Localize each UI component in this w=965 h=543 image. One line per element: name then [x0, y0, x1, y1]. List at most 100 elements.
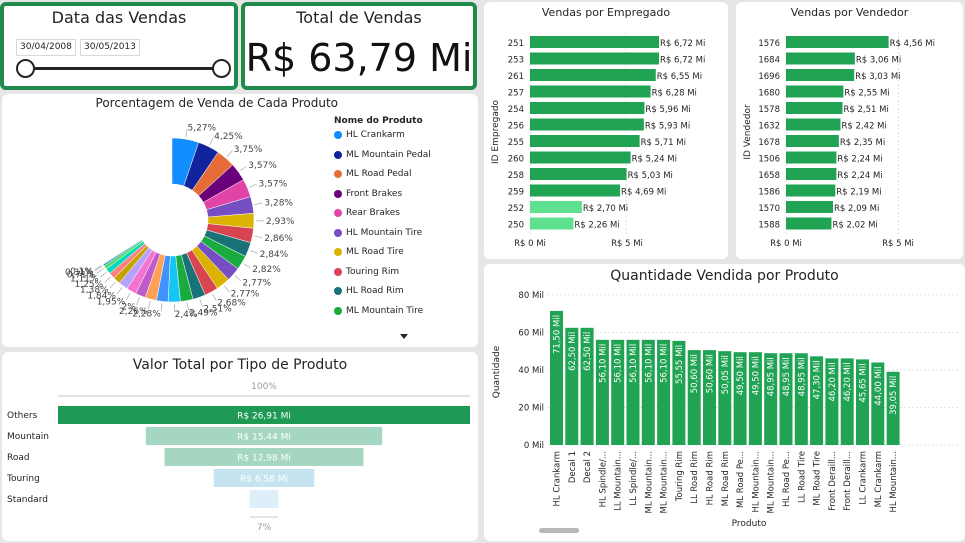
bar-value-label: R$ 4,56 Mi [890, 39, 935, 49]
date-slicer-title: Data das Vendas [51, 8, 187, 27]
column-value-label: 44,00 Mil [874, 367, 884, 406]
bar-category-label: 260 [508, 155, 524, 165]
x-tick-label: Front Deraill... [843, 451, 853, 511]
bar-category-label: 1570 [758, 204, 780, 214]
bar [530, 69, 656, 81]
column-value-label: 56,10 Mil [644, 344, 654, 383]
donut-slice-label: 3,75% [234, 145, 263, 155]
bar [530, 102, 645, 114]
legend-color-dot [334, 287, 342, 295]
quantity-by-product-panel: Quantidade Vendida por Produto 0 Mil 20 M… [484, 264, 965, 541]
bar [786, 118, 841, 131]
bar-value-label: R$ 2,26 Mi [574, 221, 619, 231]
end-date-field[interactable]: 30/05/2013 [80, 39, 140, 56]
bar-value-label: R$ 3,06 Mi [856, 56, 901, 66]
bar [786, 217, 832, 230]
bar [530, 36, 660, 48]
funnel-bar [249, 490, 279, 508]
bar [786, 85, 844, 98]
funnel-category-label: Road [7, 453, 30, 463]
bar-category-label: 1658 [758, 171, 780, 181]
x-tick-label: LL Crankarm [859, 451, 869, 505]
legend-title: Nome do Produto [334, 116, 423, 126]
legend-item[interactable]: ML Mountain Pedal [334, 150, 431, 160]
column-value-label: 50,60 Mil [706, 354, 716, 393]
donut-leader-line [160, 303, 163, 312]
bar-category-label: 1586 [758, 188, 780, 198]
donut-leader-line [212, 293, 217, 301]
bar-value-label: R$ 5,71 Mi [641, 138, 686, 148]
bar-category-label: 253 [508, 56, 524, 66]
slider-start-handle[interactable] [16, 59, 35, 78]
column-value-label: 62,50 Mil [583, 332, 593, 371]
bar-category-label: 1588 [758, 221, 780, 231]
x-tick-label: ML Road Rim [721, 451, 731, 506]
donut-leader-line [99, 272, 107, 278]
donut-slice-label: 2,84% [260, 250, 289, 260]
legend-label: Front Brakes [346, 188, 403, 199]
donut-leader-line [136, 297, 140, 306]
seller-bar-chart[interactable]: ID Vendedor 1576 R$ 4,56 Mi 1684 R$ 3,06 Mi 1… [736, 2, 963, 259]
legend-item[interactable]: ML Road Pedal [334, 169, 411, 179]
donut-slice-label: 3,57% [248, 161, 277, 171]
x-tick-label: ML Mountain... [660, 451, 670, 513]
column-value-label: 56,10 Mil [660, 344, 670, 383]
legend-scroll-down-icon[interactable] [400, 334, 408, 339]
legend-item[interactable]: Touring Rim [334, 267, 399, 277]
donut-leader-line [224, 285, 230, 293]
bar-category-label: 254 [508, 105, 524, 115]
x-tick-label: HL Mountain... [751, 451, 761, 513]
bar [530, 52, 660, 65]
x-tick-label: HL Road Rim [706, 451, 716, 505]
x-tick-label: HL Road Pe... [782, 451, 792, 507]
x-tick-label: ML Crankarm [874, 451, 884, 507]
x-tick-label: Decal 2 [583, 451, 593, 483]
bar [530, 85, 651, 98]
x-tick-label: ML Mountain... [767, 451, 777, 513]
bar-category-label: 252 [508, 204, 524, 214]
x-tick-label: ML Mountain... [644, 451, 654, 513]
legend-item[interactable]: HL Crankarm [334, 130, 405, 140]
x-tick-label: LL Spindle/... [629, 451, 639, 506]
legend-item[interactable]: ML Road Tire [334, 247, 404, 257]
legend-label: HL Road Rim [346, 286, 404, 296]
bar [530, 135, 640, 147]
bar-category-label: 1576 [758, 39, 780, 49]
legend-label: HL Mountain Tire [346, 227, 423, 238]
legend-item[interactable]: Front Brakes [334, 189, 402, 199]
donut-slice-label: 2,77% [242, 278, 271, 288]
donut-slice-label: 2,4% [175, 310, 198, 320]
legend-item[interactable]: HL Mountain Tire [334, 228, 422, 238]
column-value-label: 56,10 Mil [629, 344, 639, 383]
slider-end-handle[interactable] [212, 59, 231, 78]
donut-leader-line [226, 150, 233, 157]
bar [530, 151, 631, 164]
bar-value-label: R$ 6,28 Mi [652, 89, 697, 99]
funnel-chart[interactable]: 100% Others R$ 26,91 Mi Mountain R$ 15,44 Mi… [2, 352, 478, 541]
funnel-value-label: R$ 12,98 Mi [237, 454, 291, 464]
legend-label: ML Road Tire [346, 247, 404, 257]
y-axis-title: ID Vendedor [743, 104, 753, 160]
bar [530, 118, 644, 131]
bar-value-label: R$ 5,96 Mi [645, 105, 690, 115]
funnel-value-label: R$ 6,58 Mi [240, 475, 288, 485]
legend-label: ML Road Pedal [346, 169, 412, 179]
bar [786, 102, 843, 114]
donut-chart[interactable]: 5,27%4,25% 3,75% 3,57% 3,57% 3,28% 2,93% 2,86%… [2, 94, 332, 347]
horizontal-scrollbar[interactable] [539, 528, 579, 533]
column-value-label: 56,10 Mil [598, 344, 608, 383]
slider-track[interactable] [26, 67, 222, 70]
quantity-column-chart[interactable]: 0 Mil 20 Mil 40 Mil 60 Mil 80 Mil Quantidade 7… [484, 264, 965, 541]
donut-slice-label: 3,28% [264, 199, 293, 209]
start-date-field[interactable]: 30/04/2008 [16, 39, 76, 56]
column-value-label: 45,65 Mil [859, 363, 869, 402]
legend-item[interactable]: Rear Brakes [334, 208, 400, 218]
funnel-category-label: Others [7, 411, 38, 421]
bar-value-label: R$ 2,55 Mi [844, 89, 889, 99]
employee-bar-chart[interactable]: ID Empregado 251 R$ 6,72 Mi 253 R$ 6,72 Mi 26… [484, 2, 728, 259]
legend-item[interactable]: ML Mountain Tire [334, 306, 423, 316]
legend-color-dot [334, 131, 342, 139]
bar-value-label: R$ 3,03 Mi [855, 72, 900, 82]
bar-value-label: R$ 2,24 Mi [837, 171, 882, 181]
legend-item[interactable]: HL Road Rim [334, 286, 404, 296]
